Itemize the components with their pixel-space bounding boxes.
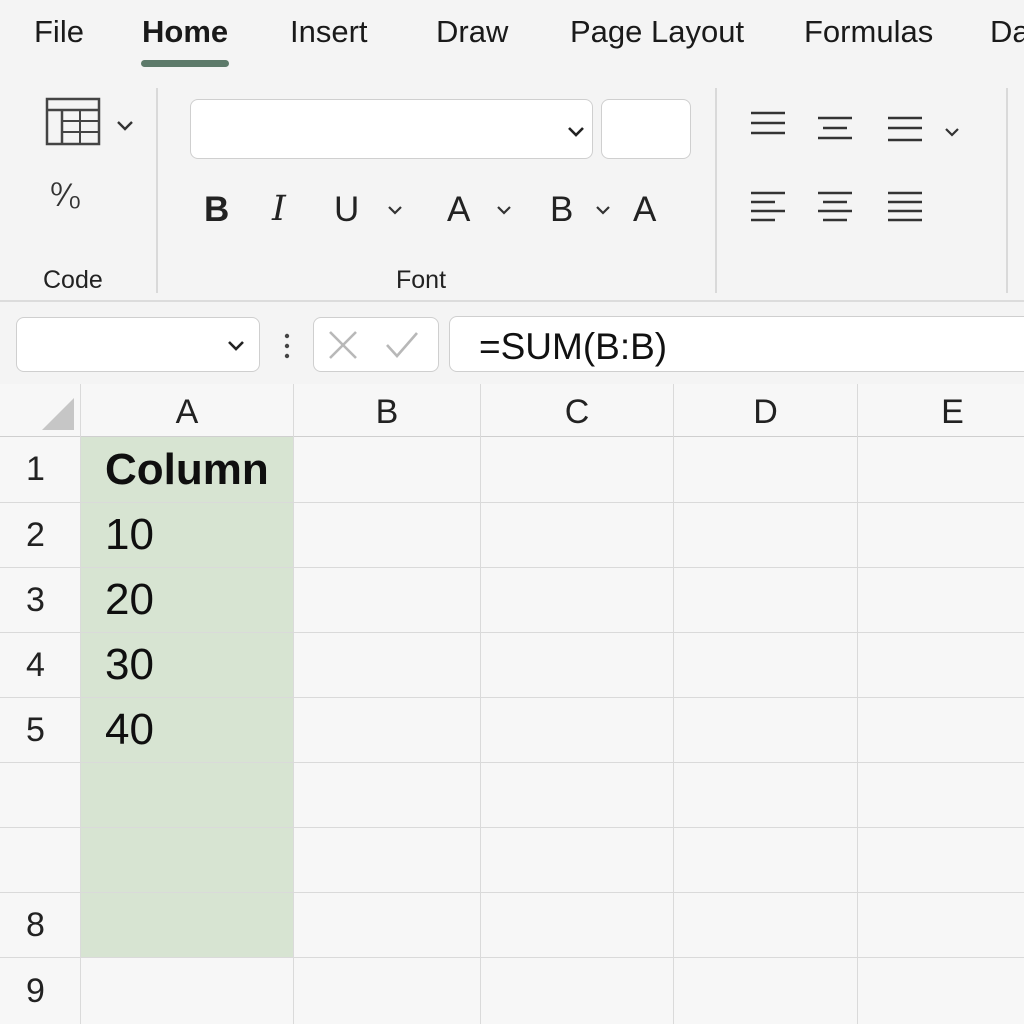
grid-line: [0, 827, 1024, 828]
row-header-3[interactable]: 3: [0, 568, 80, 632]
cell-a2[interactable]: 10: [81, 503, 293, 567]
ribbon-separator: [1006, 88, 1008, 293]
name-box[interactable]: [16, 317, 260, 372]
align-left-icon[interactable]: [748, 188, 788, 228]
format-as-table-icon[interactable]: [44, 96, 102, 148]
bottom-align-icon[interactable]: [885, 112, 925, 146]
underline-button[interactable]: U: [334, 192, 359, 227]
column-header-e[interactable]: E: [857, 384, 1024, 436]
grid-line: [0, 632, 1024, 633]
row-header-7[interactable]: [0, 828, 80, 892]
column-header-d[interactable]: D: [673, 384, 857, 436]
chevron-down-icon[interactable]: [592, 199, 614, 221]
cell-a8[interactable]: [81, 893, 293, 957]
formula-text: =SUM(B:B): [479, 326, 668, 367]
column-header-b[interactable]: B: [293, 384, 480, 436]
tab-home[interactable]: Home: [142, 14, 228, 50]
justify-icon[interactable]: [885, 188, 925, 228]
column-header-a[interactable]: A: [80, 384, 293, 436]
top-align-icon[interactable]: [748, 108, 788, 142]
row-header-4[interactable]: 4: [0, 633, 80, 697]
tab-page-layout[interactable]: Page Layout: [570, 14, 744, 50]
tab-formulas[interactable]: Formulas: [804, 14, 933, 50]
chevron-down-icon[interactable]: [225, 334, 247, 356]
row-header-9[interactable]: 9: [0, 958, 80, 1024]
grid-line: [0, 697, 1024, 698]
middle-align-icon[interactable]: [815, 112, 855, 146]
ribbon-tab-bar: File Home Insert Draw Page Layout Formul…: [0, 0, 1024, 80]
cell-a7[interactable]: [81, 828, 293, 892]
row-header-2[interactable]: 2: [0, 503, 80, 567]
ribbon-separator: [715, 88, 717, 293]
row-header-8[interactable]: 8: [0, 893, 80, 957]
row-header-1[interactable]: 1: [0, 437, 80, 502]
ribbon-separator: [156, 88, 158, 293]
tab-data[interactable]: Da: [990, 14, 1024, 50]
grid-line: [0, 957, 1024, 958]
cell-a3[interactable]: 20: [81, 568, 293, 632]
grid-line: [0, 762, 1024, 763]
grid-line: [0, 567, 1024, 568]
active-tab-indicator: [141, 60, 229, 67]
group-label-font: Font: [396, 266, 447, 294]
font-name-select[interactable]: [190, 99, 593, 159]
cell-a5[interactable]: 40: [81, 698, 293, 762]
grid-line: [293, 384, 294, 1024]
cell-a1[interactable]: Column: [81, 437, 293, 502]
grow-font-button[interactable]: A: [633, 192, 656, 227]
cell-a6[interactable]: [81, 763, 293, 827]
bold-button[interactable]: B: [204, 192, 229, 227]
more-options-icon[interactable]: [280, 330, 294, 362]
italic-button[interactable]: I: [272, 192, 286, 227]
chevron-down-icon[interactable]: [941, 121, 963, 143]
grid-line: [80, 384, 81, 1024]
grid-line: [0, 502, 1024, 503]
grid-line: [673, 384, 674, 1024]
cancel-icon[interactable]: [326, 329, 360, 361]
column-header-c[interactable]: C: [480, 384, 673, 436]
font-color-button[interactable]: A: [447, 192, 470, 227]
row-header-6[interactable]: [0, 763, 80, 827]
chevron-down-icon[interactable]: [493, 199, 515, 221]
cell-a4[interactable]: 30: [81, 633, 293, 697]
tab-insert[interactable]: Insert: [290, 14, 368, 50]
tab-file[interactable]: File: [34, 14, 84, 50]
grid-line: [0, 436, 1024, 437]
chevron-down-icon[interactable]: [565, 120, 587, 142]
grid-line: [857, 384, 858, 1024]
align-center-icon[interactable]: [815, 188, 855, 228]
chevron-down-icon[interactable]: [384, 199, 406, 221]
chevron-down-icon[interactable]: [114, 114, 136, 136]
grid-line: [0, 892, 1024, 893]
group-label-code: Code: [43, 266, 103, 294]
tab-draw[interactable]: Draw: [436, 14, 508, 50]
percent-style-icon[interactable]: ⁰⁄₀: [50, 176, 100, 224]
grid-line: [480, 384, 481, 1024]
row-header-5[interactable]: 5: [0, 698, 80, 762]
select-all-button[interactable]: [0, 384, 80, 436]
enter-checkmark-icon[interactable]: [384, 329, 420, 361]
fill-color-button[interactable]: B: [550, 192, 573, 227]
font-size-input[interactable]: [601, 99, 691, 159]
